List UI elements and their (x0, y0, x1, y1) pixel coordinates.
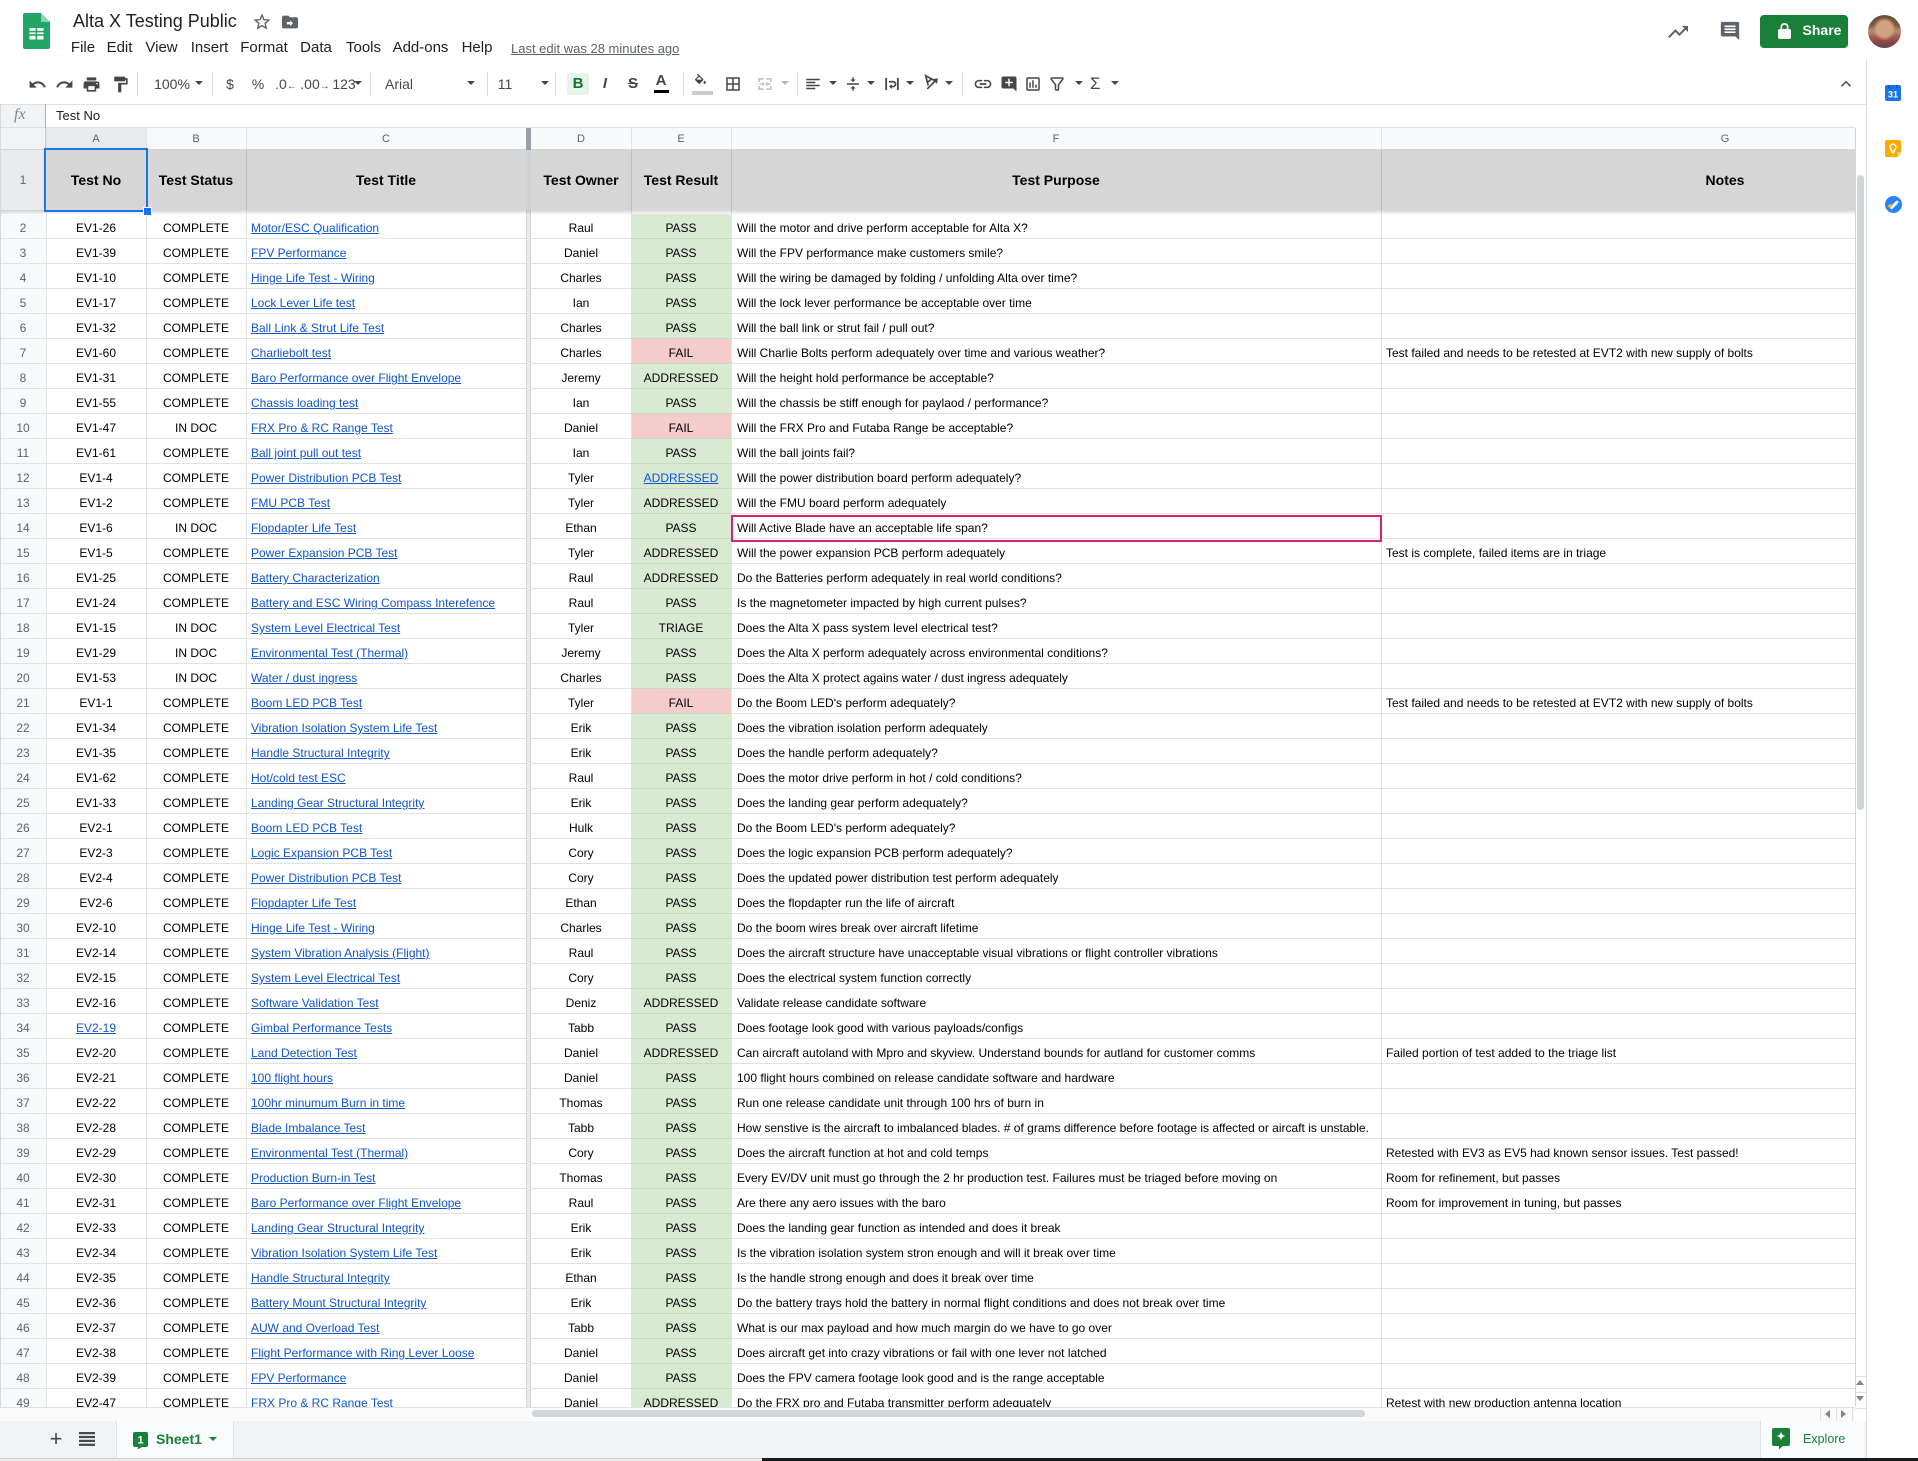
svg-text:1: 1 (137, 1435, 143, 1447)
svg-text:31: 31 (1888, 90, 1898, 100)
